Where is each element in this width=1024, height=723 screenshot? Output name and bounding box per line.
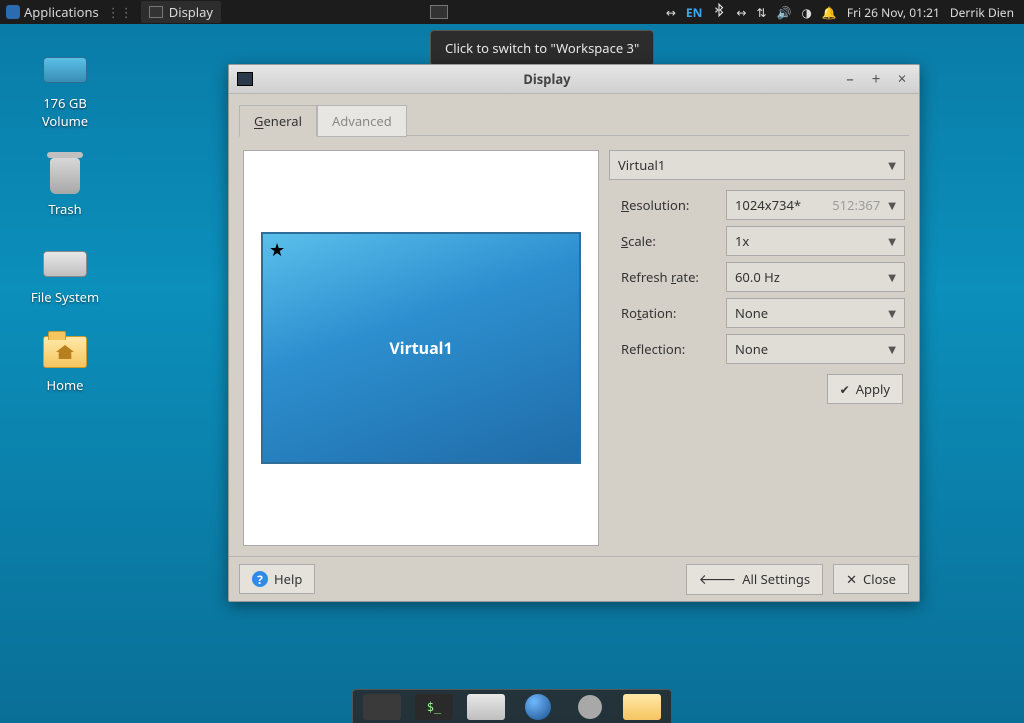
user-menu[interactable]: Derrik Dien	[950, 4, 1014, 21]
tab-general[interactable]: General	[239, 105, 317, 137]
display-settings-window: Display – + × General Advanced ★ Virtual…	[228, 64, 920, 602]
refresh-label: Refresh rate:	[621, 268, 716, 286]
display-preview[interactable]: ★ Virtual1	[243, 150, 599, 546]
desktop-icon-volume[interactable]: 176 GB Volume	[41, 50, 89, 130]
scale-select[interactable]: 1x ▼	[726, 226, 905, 256]
trash-icon	[50, 158, 80, 194]
desktop-icon-home[interactable]: Home	[41, 332, 89, 394]
desktop-icon-label: 176 GB Volume	[42, 94, 88, 130]
dock-item-web[interactable]	[519, 694, 557, 720]
scale-value: 1x	[735, 232, 749, 250]
close-window-button[interactable]: ×	[893, 70, 911, 88]
drive-icon	[43, 57, 87, 83]
refresh-select[interactable]: 60.0 Hz ▼	[726, 262, 905, 292]
dock-item-terminal[interactable]: $_	[415, 694, 453, 720]
home-icon	[56, 345, 74, 359]
primary-star-icon: ★	[269, 238, 285, 262]
drive-icon	[43, 251, 87, 277]
check-icon: ✔	[840, 381, 850, 398]
resolution-label: Resolution:	[621, 196, 716, 214]
tab-bar: General Advanced	[239, 104, 909, 136]
help-button-label: Help	[274, 570, 302, 588]
desktop-icon-label: Home	[47, 376, 84, 394]
all-settings-button[interactable]: 🡐 All Settings	[686, 564, 823, 595]
close-button[interactable]: ✕ Close	[833, 564, 909, 594]
monitor-label: Virtual1	[389, 337, 452, 359]
dock-item-browser[interactable]	[363, 694, 401, 720]
reflection-select[interactable]: None ▼	[726, 334, 905, 364]
resolution-value: 1024x734*	[735, 196, 801, 214]
maximize-button[interactable]: +	[867, 70, 885, 88]
clock[interactable]: Fri 26 Nov, 01:21	[847, 4, 940, 21]
network-icon[interactable]: ↔	[736, 4, 746, 21]
taskbar-button-display[interactable]: Display	[141, 1, 221, 23]
scale-label: Scale:	[621, 232, 716, 250]
rotation-value: None	[735, 304, 768, 322]
notifications-icon[interactable]: 🔔	[822, 4, 837, 21]
back-arrow-icon: 🡐	[699, 570, 737, 589]
tab-advanced[interactable]: Advanced	[317, 105, 407, 137]
workspace-tooltip: Click to switch to "Workspace 3"	[430, 30, 654, 66]
display-icon	[149, 6, 163, 18]
desktop-icon-filesystem[interactable]: File System	[31, 244, 99, 306]
keyboard-layout-indicator[interactable]: EN	[686, 4, 702, 21]
desktop-icons: 176 GB Volume Trash File System Home	[0, 50, 130, 394]
help-button[interactable]: ? Help	[239, 564, 315, 594]
all-settings-label: All Settings	[742, 570, 810, 588]
taskbar-button-label: Display	[169, 3, 213, 21]
updates-icon[interactable]: ⇅	[756, 4, 766, 21]
chevron-down-icon: ▼	[888, 234, 896, 248]
chevron-down-icon: ▼	[888, 158, 896, 172]
tab-label: eneral	[263, 112, 301, 130]
folder-icon	[43, 336, 87, 368]
chevron-down-icon: ▼	[888, 342, 896, 356]
display-select[interactable]: Virtual1 ▼	[609, 150, 905, 180]
resize-icon[interactable]: ↔	[666, 4, 676, 21]
system-tray: ↔ EN ↔ ⇅ 🔊 ◑ 🔔 Fri 26 Nov, 01:21 Derrik …	[658, 3, 1022, 21]
tab-label: Advanced	[332, 112, 392, 130]
apply-button[interactable]: ✔ Apply	[827, 374, 903, 404]
desktop-icon-label: File System	[31, 288, 99, 306]
top-panel: Applications ⋮⋮ Display ↔ EN ↔ ⇅ 🔊 ◑ 🔔 F…	[0, 0, 1024, 24]
app-icon	[578, 695, 602, 719]
workspace-icon	[430, 5, 448, 19]
applications-menu[interactable]: Applications	[2, 3, 107, 21]
close-icon: ✕	[846, 570, 857, 588]
globe-icon	[525, 694, 551, 720]
minimize-button[interactable]: –	[841, 70, 859, 88]
display-select-value: Virtual1	[618, 156, 665, 174]
panel-separator: ⋮⋮	[107, 3, 133, 21]
display-app-icon	[237, 72, 253, 86]
chevron-down-icon: ▼	[888, 198, 896, 212]
refresh-value: 60.0 Hz	[735, 268, 780, 286]
rotation-label: Rotation:	[621, 304, 716, 322]
help-icon: ?	[252, 571, 268, 587]
chevron-down-icon: ▼	[888, 306, 896, 320]
applications-label: Applications	[24, 3, 99, 21]
resolution-select[interactable]: 1024x734* 512:367 ▼	[726, 190, 905, 220]
volume-icon[interactable]: 🔊	[776, 4, 791, 21]
rotation-select[interactable]: None ▼	[726, 298, 905, 328]
dock-item-app[interactable]	[571, 694, 609, 720]
workspace-switcher[interactable]	[430, 5, 448, 19]
xfce-logo-icon	[6, 5, 20, 19]
close-button-label: Close	[863, 570, 896, 588]
desktop-icon-label: Trash	[48, 200, 81, 218]
desktop-icon-trash[interactable]: Trash	[41, 156, 89, 218]
bluetooth-icon[interactable]	[712, 3, 726, 21]
titlebar[interactable]: Display – + ×	[229, 65, 919, 94]
reflection-value: None	[735, 340, 768, 358]
dialog-footer: ? Help 🡐 All Settings ✕ Close	[229, 556, 919, 601]
dock-item-files[interactable]	[467, 694, 505, 720]
resolution-ratio: 512:367	[832, 196, 880, 214]
dock: $_	[352, 689, 672, 723]
window-title: Display	[261, 70, 833, 88]
apply-button-label: Apply	[856, 380, 890, 398]
monitor-thumbnail[interactable]: ★ Virtual1	[261, 232, 581, 464]
chevron-down-icon: ▼	[888, 270, 896, 284]
dock-item-folder[interactable]	[623, 694, 661, 720]
power-icon[interactable]: ◑	[801, 4, 811, 21]
reflection-label: Reflection:	[621, 340, 716, 358]
